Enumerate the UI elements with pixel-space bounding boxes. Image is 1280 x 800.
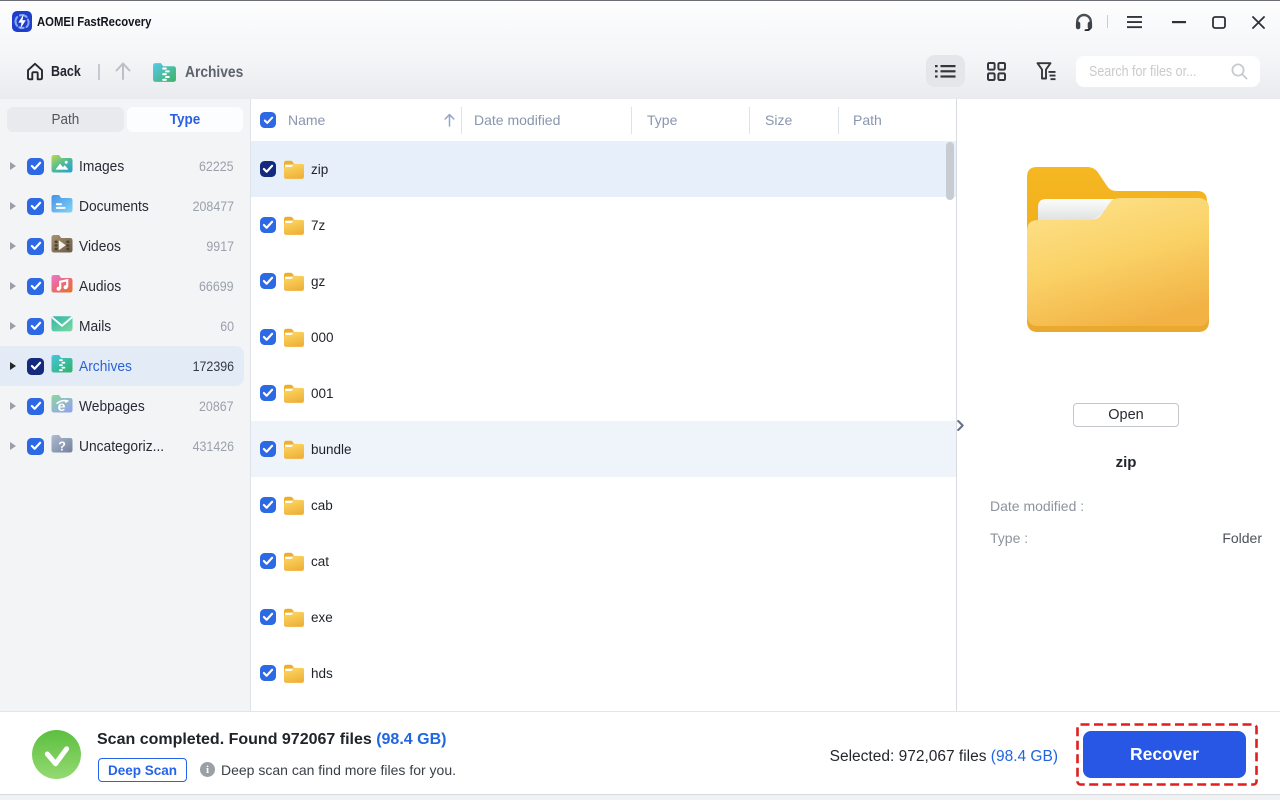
svg-text:?: ? — [58, 440, 66, 454]
